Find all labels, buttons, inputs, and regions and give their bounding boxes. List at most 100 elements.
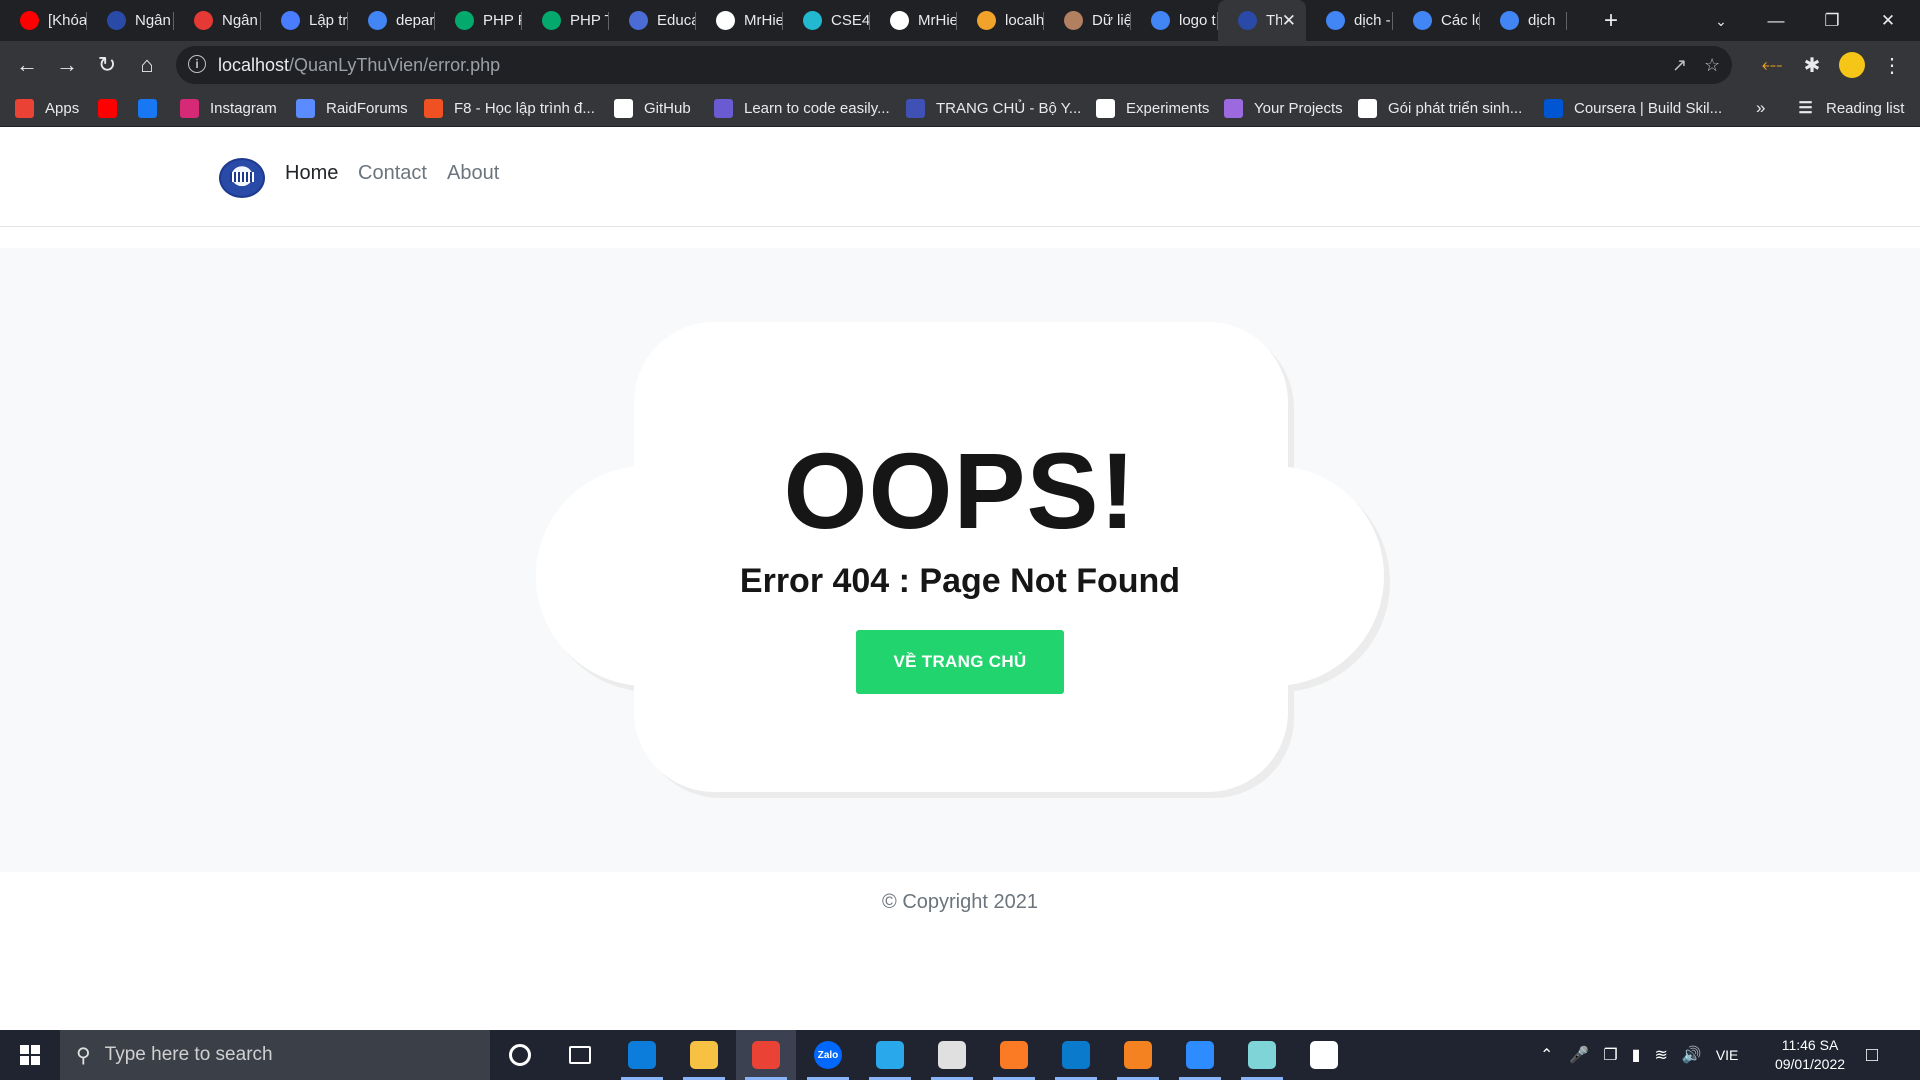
tab[interactable]: PHP F [435, 0, 522, 41]
web-page: Home Contact About OOPS! Error 404 : Pag… [0, 128, 1920, 1030]
github-icon [614, 98, 633, 118]
bookmark-item[interactable]: RaidForums [296, 98, 408, 118]
github-icon [890, 11, 909, 30]
bookmark-item[interactable] [98, 98, 128, 118]
nav-about-link[interactable]: About [447, 162, 499, 185]
tab[interactable]: MrHie [696, 0, 783, 41]
tab[interactable]: Ngân [87, 0, 174, 41]
tab-search-chevron-icon[interactable]: ⌄ [1706, 6, 1736, 36]
library-logo[interactable] [219, 158, 265, 198]
start-button[interactable] [0, 1030, 60, 1080]
bookmark-item[interactable]: Your Projects [1224, 98, 1343, 118]
bookmark-item[interactable] [138, 98, 168, 118]
wifi-icon[interactable]: ≋ [1654, 1045, 1667, 1065]
taskbar-app[interactable] [1294, 1030, 1354, 1080]
taskbar-app[interactable] [1232, 1030, 1292, 1080]
devices-icon[interactable]: ❐ [1603, 1045, 1617, 1065]
notion-icon [1310, 1041, 1338, 1069]
tab[interactable]: dịch [1480, 0, 1567, 41]
taskbar-app[interactable] [490, 1030, 550, 1080]
volume-icon[interactable]: 🔊 [1682, 1045, 1702, 1065]
bookmark-item[interactable]: Experiments [1096, 98, 1209, 118]
tab[interactable]: localh [957, 0, 1044, 41]
bookmark-item[interactable]: Coursera | Build Skil... [1544, 98, 1722, 118]
tab[interactable]: Dữ liệ [1044, 0, 1131, 41]
bookmark-item[interactable]: F8 - Học lập trình đ... [424, 98, 595, 118]
new-tab-button[interactable]: + [1596, 6, 1626, 36]
google-icon [1500, 11, 1519, 30]
taskbar-search-box[interactable]: ⚲ Type here to search [60, 1030, 490, 1080]
close-tab-icon[interactable]: ✕ [1282, 11, 1296, 31]
library-logo-icon [107, 11, 126, 30]
taskbar-app[interactable] [1108, 1030, 1168, 1080]
tab[interactable]: Lập tr [261, 0, 348, 41]
education-site-icon [629, 11, 648, 30]
extension-pin-icon[interactable]: ⤎ [1756, 49, 1788, 81]
tab-active[interactable]: Th ✕ [1218, 0, 1306, 41]
system-clock[interactable]: 11:46 SA 09/01/2022 [1760, 1036, 1860, 1074]
taskbar-app[interactable] [1170, 1030, 1230, 1080]
close-window-button[interactable]: ✕ [1860, 0, 1916, 41]
calendar-icon [194, 11, 213, 30]
taskbar-app[interactable] [860, 1030, 920, 1080]
bookmark-item[interactable]: Apps [15, 98, 79, 118]
battery-icon[interactable]: ▮ [1632, 1045, 1641, 1065]
tab[interactable]: PHP T [522, 0, 609, 41]
tab[interactable]: CSE4 [783, 0, 870, 41]
back-to-home-button[interactable]: VỀ TRANG CHỦ [856, 630, 1064, 694]
windows-taskbar: ⚲ Type here to search Zalo ⌃ 🎤 ❐ ▮ ≋ 🔊 V… [0, 1030, 1920, 1080]
reload-icon[interactable]: ↻ [91, 49, 123, 81]
bookmark-star-icon[interactable]: ☆ [1704, 55, 1720, 76]
github-icon [716, 11, 735, 30]
office-icon [938, 1041, 966, 1069]
tab[interactable]: Ngân [174, 0, 261, 41]
back-arrow-icon[interactable]: ← [11, 49, 43, 81]
bookmark-item[interactable]: Gói phát triển sinh... [1358, 98, 1522, 118]
taskbar-app[interactable] [922, 1030, 982, 1080]
learn-code-icon [714, 98, 733, 118]
language-indicator[interactable]: VIE [1716, 1047, 1739, 1063]
taskbar-app[interactable]: Zalo [798, 1030, 858, 1080]
taskbar-app[interactable] [550, 1030, 610, 1080]
reading-list-button[interactable]: ☰ Reading list [1796, 98, 1904, 118]
profile-avatar-icon[interactable] [1836, 49, 1868, 81]
taskbar-app[interactable] [736, 1030, 796, 1080]
nav-contact-link[interactable]: Contact [358, 162, 427, 185]
raidforums-icon [296, 98, 315, 118]
menu-kebab-icon[interactable]: ⋮ [1876, 49, 1908, 81]
system-tray: ⌃ 🎤 ❐ ▮ ≋ 🔊 VIE [1540, 1030, 1738, 1080]
bookmark-item[interactable]: Learn to code easily... [714, 98, 890, 118]
tab[interactable]: depar [348, 0, 435, 41]
minimize-button[interactable]: — [1748, 0, 1804, 41]
taskbar-app[interactable] [984, 1030, 1044, 1080]
bookmark-item[interactable]: Instagram [180, 98, 277, 118]
tab[interactable]: logo t [1131, 0, 1218, 41]
extensions-puzzle-icon[interactable]: ✱ [1796, 49, 1828, 81]
share-icon[interactable]: ↗ [1672, 55, 1687, 76]
tab[interactable]: Các lo [1393, 0, 1480, 41]
restore-button[interactable]: ❐ [1804, 0, 1860, 41]
tab[interactable]: Educa [609, 0, 696, 41]
tab[interactable]: [Khóa [0, 0, 87, 41]
tab[interactable]: MrHie [870, 0, 957, 41]
nav-home-link[interactable]: Home [285, 162, 338, 185]
forward-arrow-icon[interactable]: → [51, 49, 83, 81]
tab-title: localh [1005, 12, 1044, 29]
bookmarks-overflow-button[interactable]: » [1756, 98, 1765, 118]
show-hidden-icons-chevron-icon[interactable]: ⌃ [1540, 1045, 1553, 1065]
browser-toolbar: ← → ↻ ⌂ i localhost/QuanLyThuVien/error.… [0, 41, 1920, 89]
tab-title: depar [396, 12, 435, 29]
taskbar-app[interactable] [1046, 1030, 1106, 1080]
home-icon[interactable]: ⌂ [131, 49, 163, 81]
bookmark-item[interactable]: TRANG CHỦ - Bộ Y... [906, 98, 1081, 118]
notifications-icon[interactable]: □ [1866, 1030, 1878, 1080]
url-text[interactable]: localhost/QuanLyThuVien/error.php [218, 55, 500, 76]
tab-title: [Khóa [48, 12, 87, 29]
address-bar[interactable]: i localhost/QuanLyThuVien/error.php ↗ ☆ [176, 46, 1732, 84]
taskbar-app[interactable] [612, 1030, 672, 1080]
bookmark-item[interactable]: GitHub [614, 98, 691, 118]
tab[interactable]: dịch - [1306, 0, 1393, 41]
taskbar-app[interactable] [674, 1030, 734, 1080]
site-info-icon[interactable]: i [188, 55, 206, 73]
microphone-icon[interactable]: 🎤 [1569, 1045, 1589, 1065]
